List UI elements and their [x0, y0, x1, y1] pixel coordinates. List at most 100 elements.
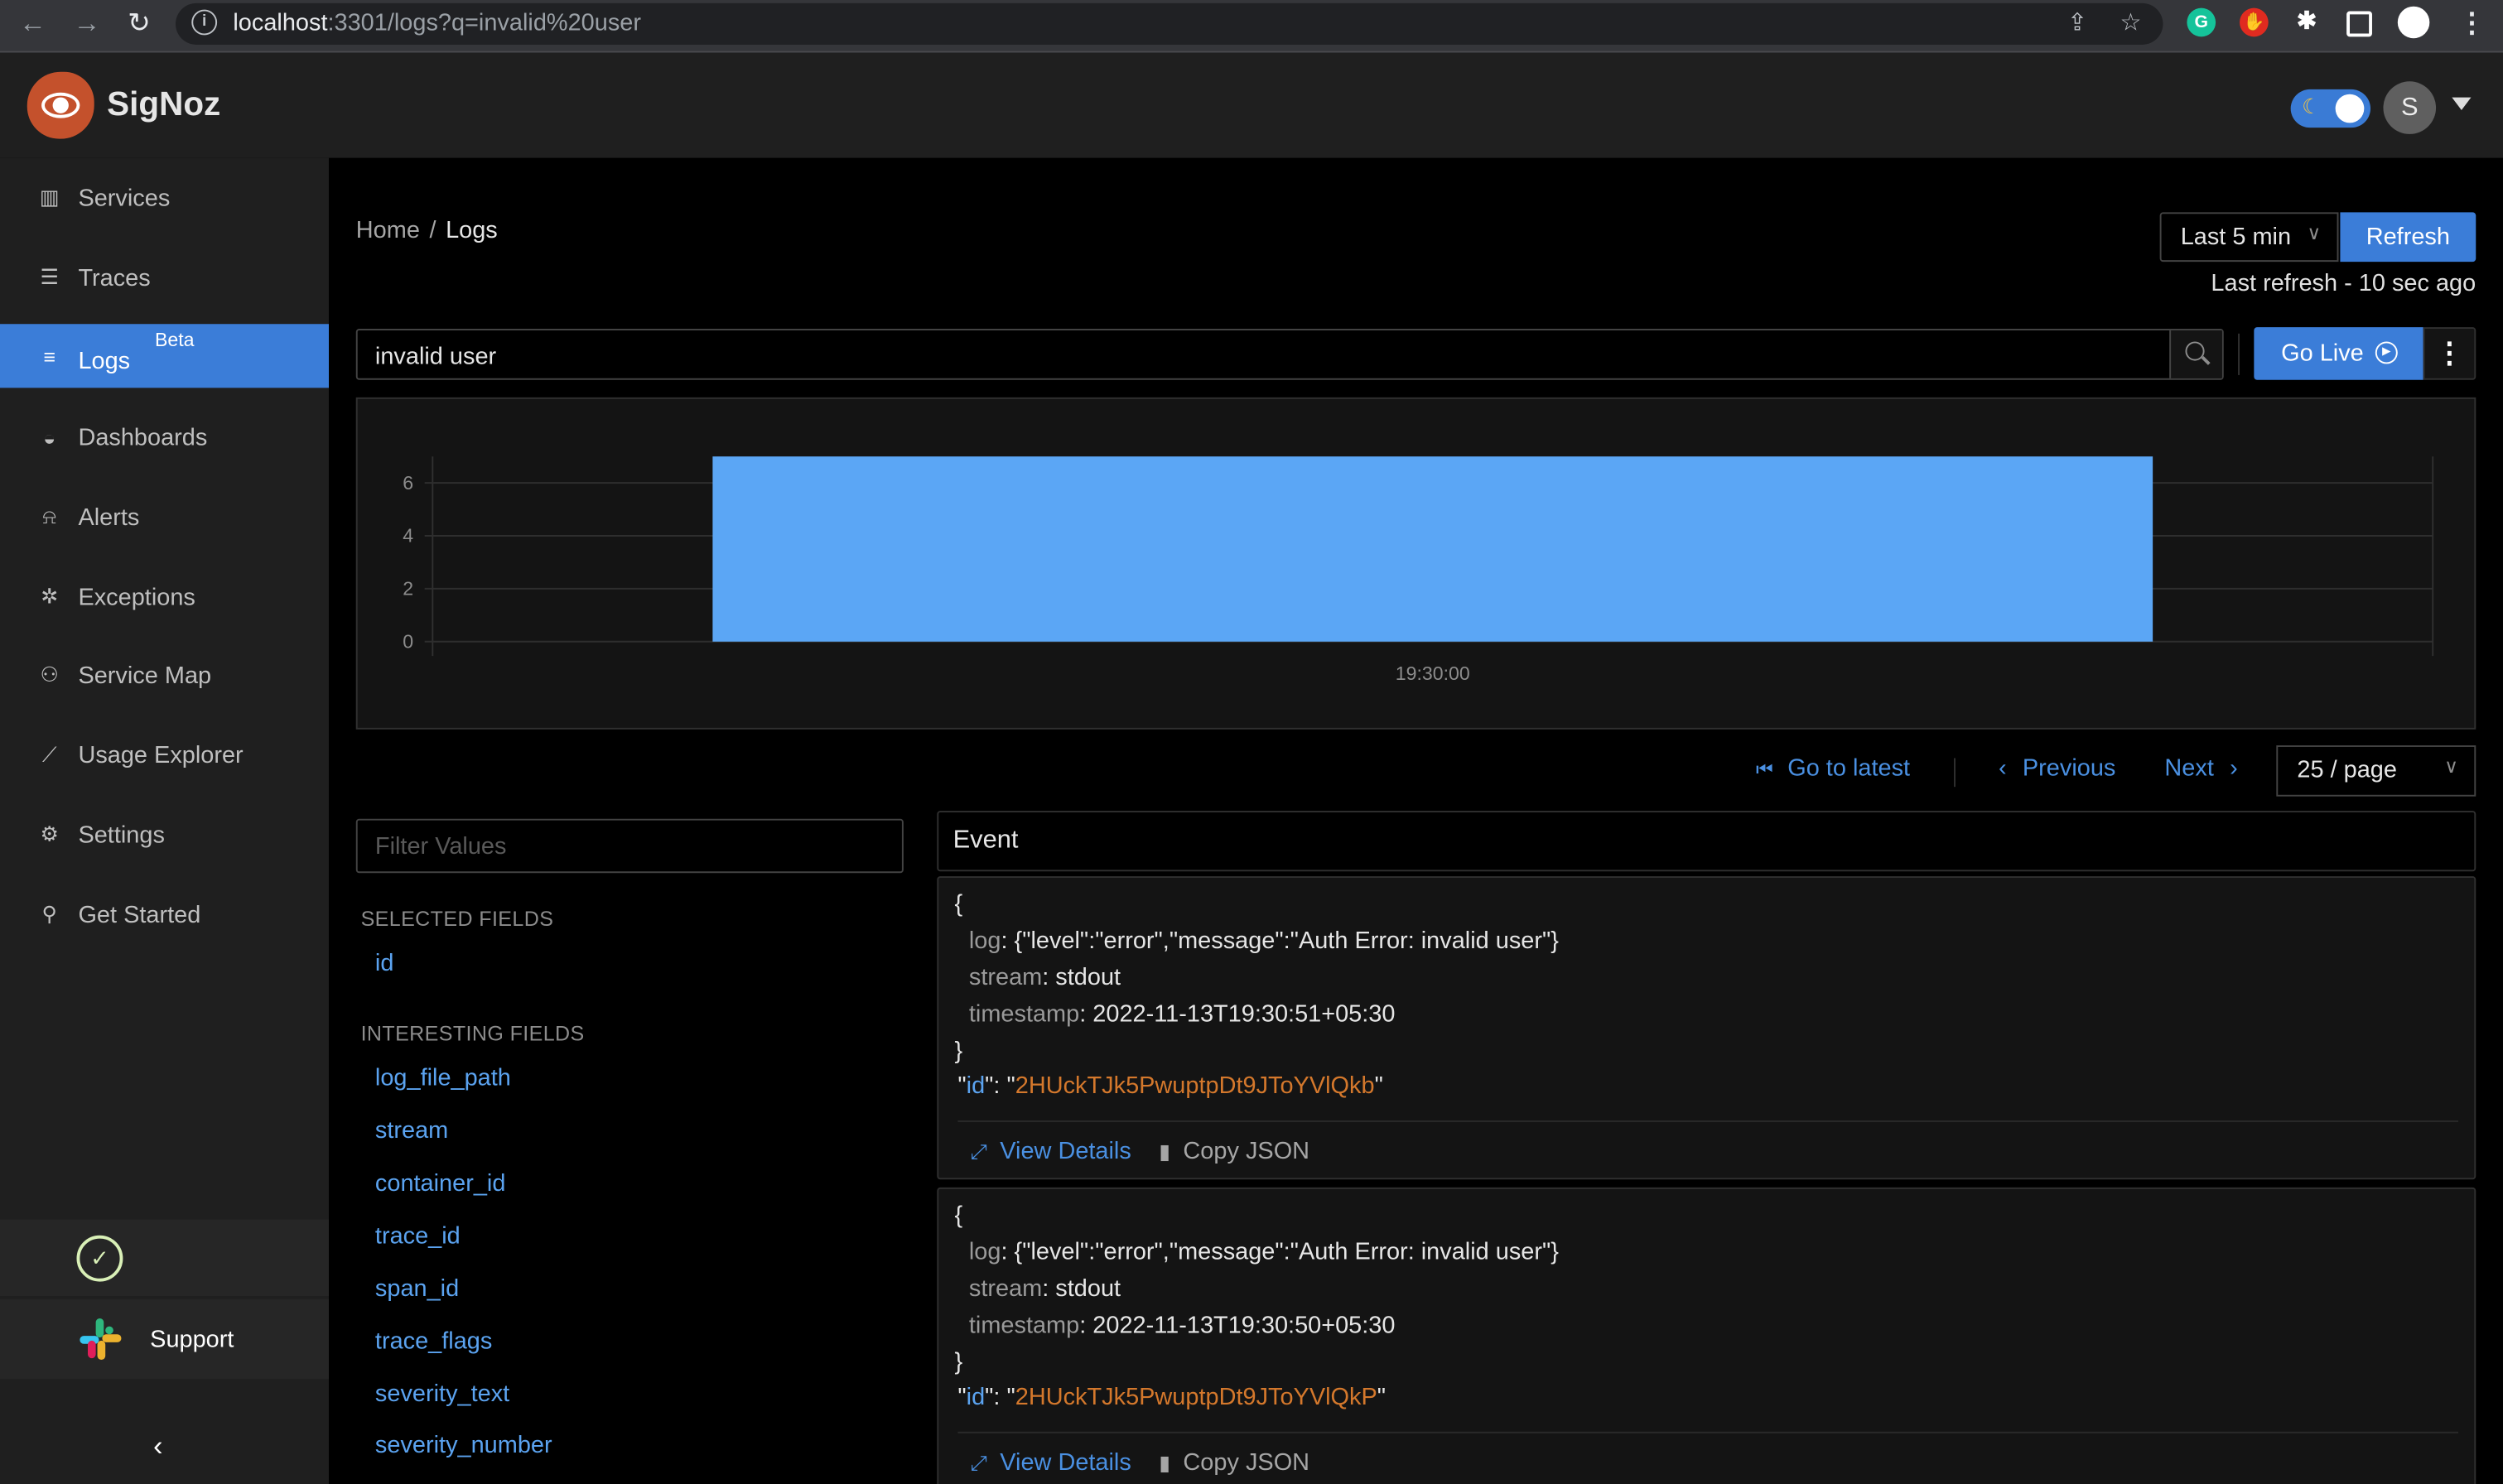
grammarly-extension-icon[interactable]: G [2187, 7, 2216, 37]
field-value: stdout [1055, 1274, 1121, 1303]
main-content: Home / Logs Last 5 min ∨ Refresh Last refr… [329, 157, 2503, 1484]
reload-icon[interactable]: ↻ [128, 8, 150, 41]
breadcrumb-home[interactable]: Home [356, 217, 420, 244]
sidebar-item-label: Get Started [78, 900, 201, 928]
back-arrow-icon[interactable]: ← [19, 8, 46, 41]
breadcrumb-separator: / [429, 217, 436, 244]
align-left-icon: ≡ [43, 344, 56, 369]
api-plug-icon: ⚲ [41, 901, 57, 926]
y-tick-label: 6 [403, 472, 413, 494]
page-size-value: 25 / page [2297, 756, 2397, 784]
site-info-icon[interactable]: i [191, 9, 218, 36]
sidebar-item-traces[interactable]: ☰ Traces [0, 246, 329, 310]
profile-avatar-icon[interactable] [2397, 6, 2430, 39]
sidebar-item-logs[interactable]: ≡ Logs Beta [0, 324, 330, 388]
status-indicator[interactable]: ✓ [0, 1219, 330, 1296]
filter-values-field[interactable] [355, 818, 904, 874]
copy-icon: ▮ [1159, 1140, 1171, 1164]
interesting-field-item[interactable]: trace_id [375, 1222, 461, 1250]
sidebar-item-services[interactable]: ▥ Services [0, 166, 329, 229]
field-value: 2022-11-13T19:30:50+05:30 [1092, 1312, 1396, 1340]
copy-json-button[interactable]: ▮ Copy JSON [1159, 1138, 1309, 1165]
selected-fields-header: SELECTED FIELDS [360, 906, 554, 931]
adblock-extension-icon[interactable]: ✋ [2240, 7, 2269, 37]
sidebar-item-alerts[interactable]: ⍾ Alerts [0, 485, 329, 549]
user-avatar[interactable]: S [2383, 81, 2437, 134]
interesting-field-item[interactable]: log_file_path [375, 1065, 511, 1092]
copy-json-button[interactable]: ▮ Copy JSON [1159, 1449, 1309, 1477]
id-field: "id": "2HUckTJk5PwuptpDt9JToYVlQkP" [957, 1383, 1387, 1411]
page-size-select[interactable]: 25 / page ∨ [2276, 745, 2476, 797]
field-value: {"level":"error","message":"Auth Error: … [1014, 927, 1559, 955]
id-key: id [966, 1072, 986, 1100]
browser-menu-icon[interactable]: ⋮ [2458, 8, 2486, 41]
id-key: id [966, 1383, 986, 1411]
log-field: log: {"level":"error","message":"Auth Er… [968, 927, 1559, 955]
caret-down-icon[interactable] [2452, 97, 2472, 110]
search-button[interactable] [2169, 330, 2222, 378]
json-open-brace: { [954, 890, 963, 918]
previous-button[interactable]: ‹ Previous [1999, 755, 2115, 783]
interesting-field-item[interactable]: trace_flags [375, 1328, 492, 1356]
stream-field: stream: stdout [968, 964, 1121, 991]
chart-svg: 0 2 4 6 19:30:00 [403, 456, 2434, 684]
next-label: Next [2164, 754, 2214, 783]
chevron-down-icon: ∨ [2444, 754, 2459, 778]
app-header: SigNoz ☾ S [0, 52, 2503, 158]
interesting-field-item[interactable]: container_id [375, 1170, 506, 1197]
id-value: 2HUckTJk5PwuptpDt9JToYVlQkb [1015, 1072, 1375, 1100]
previous-label: Previous [2022, 754, 2116, 783]
signoz-logo-icon[interactable] [27, 71, 94, 139]
address-bar[interactable]: i localhost:3301/logs?q=invalid%20user ⇪… [176, 2, 2163, 45]
bug-icon: ✲ [41, 584, 59, 609]
more-options-button[interactable]: ⋮ [2423, 327, 2476, 380]
check-circle-icon: ✓ [76, 1235, 123, 1282]
log-event-card: { log: {"level":"error","message":"Auth … [937, 1187, 2476, 1484]
side-panel-icon[interactable] [2346, 11, 2372, 37]
timestamp-field: timestamp: 2022-11-13T19:30:50+05:30 [968, 1312, 1396, 1340]
interesting-field-item[interactable]: stream [375, 1117, 448, 1144]
sidebar-item-usage-explorer[interactable]: ⟋ Usage Explorer [0, 723, 329, 787]
slack-icon [80, 1318, 122, 1361]
sidebar-item-exceptions[interactable]: ✲ Exceptions [0, 565, 329, 629]
sidebar-item-label: Settings [78, 821, 165, 849]
alert-siren-icon: ⍾ [42, 504, 57, 528]
sidebar-item-dashboards[interactable]: ◒ Dashboards [0, 406, 329, 470]
collapse-sidebar-icon[interactable]: ‹ [153, 1430, 163, 1463]
go-to-latest-label: Go to latest [1787, 754, 1911, 783]
expand-arrows-icon: ⤢ [970, 1450, 987, 1475]
go-to-latest-button[interactable]: ⏮ Go to latest [1756, 755, 1910, 783]
refresh-button[interactable]: Refresh [2340, 212, 2476, 263]
sidebar-item-service-map[interactable]: ⚇ Service Map [0, 643, 329, 707]
id-field: "id": "2HUckTJk5PwuptpDt9JToYVlQkb" [957, 1072, 1383, 1100]
url-text[interactable]: localhost:3301/logs?q=invalid%20user [233, 10, 641, 37]
interesting-field-item[interactable]: severity_number [375, 1432, 552, 1459]
events-header-label: Event [952, 826, 1019, 855]
view-details-button[interactable]: ⤢ View Details [971, 1449, 1131, 1477]
share-icon[interactable]: ⇪ [2067, 8, 2087, 37]
brand-name[interactable]: SigNoz [107, 86, 220, 124]
support-button[interactable]: Support [0, 1298, 330, 1380]
search-input[interactable] [357, 330, 2182, 382]
forward-arrow-icon[interactable]: → [74, 8, 101, 41]
go-live-button[interactable]: Go Live ▶ [2254, 327, 2423, 380]
sidebar-item-get-started[interactable]: ⚲ Get Started [0, 883, 329, 947]
play-circle-icon: ▶ [2375, 341, 2398, 364]
id-value: 2HUckTJk5PwuptpDt9JToYVlQkP [1015, 1383, 1377, 1411]
copy-icon: ▮ [1159, 1450, 1171, 1475]
selected-field-item[interactable]: id [375, 950, 394, 977]
field-key: stream [968, 1274, 1043, 1303]
time-range-select[interactable]: Last 5 min ∨ [2159, 212, 2339, 263]
theme-toggle[interactable]: ☾ [2290, 89, 2371, 128]
copy-json-label: Copy JSON [1183, 1138, 1310, 1165]
toggle-knob [2335, 94, 2365, 123]
view-details-button[interactable]: ⤢ View Details [971, 1138, 1131, 1165]
next-button[interactable]: Next › [2164, 755, 2237, 783]
filter-values-input[interactable] [357, 820, 902, 872]
sidebar-item-settings[interactable]: ⚙ Settings [0, 802, 329, 866]
interesting-field-item[interactable]: span_id [375, 1275, 459, 1303]
search-field[interactable] [355, 329, 2224, 382]
bookmark-star-icon[interactable]: ☆ [2120, 8, 2141, 37]
extensions-puzzle-icon[interactable]: ✱ [2293, 8, 2322, 37]
interesting-field-item[interactable]: severity_text [375, 1380, 509, 1408]
